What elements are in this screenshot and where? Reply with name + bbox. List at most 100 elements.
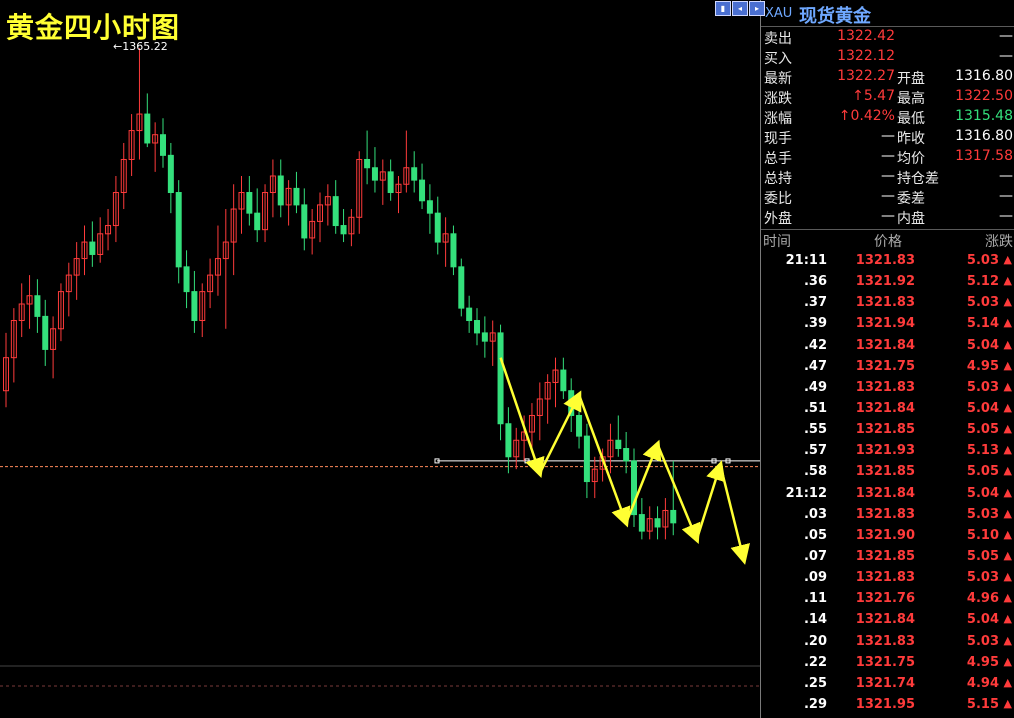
tick-price: 1321.83 <box>855 570 915 586</box>
quote-row: 涨幅 ↑0.42% 最低 1315.48 <box>761 108 1014 128</box>
tick-time: .57 <box>803 443 827 459</box>
quote-table: 卖出 1322.42 — 买入 1322.12 — 最新 1322.27 开盘 1316.80 涨跌… <box>761 28 1014 228</box>
tick-price: 1321.85 <box>855 548 915 564</box>
tick-time: .20 <box>803 633 827 649</box>
up-arrow-icon: ▲ <box>1003 464 1012 478</box>
candle-body <box>481 332 488 342</box>
tick-change: 4.96 <box>966 591 999 607</box>
tick-price: 1321.83 <box>855 506 915 522</box>
tick-price: 1321.94 <box>855 316 915 332</box>
up-arrow-icon: ▲ <box>1003 548 1012 562</box>
tick-change: 5.03 <box>966 506 999 522</box>
up-arrow-icon: ▲ <box>1003 591 1012 605</box>
candle-body <box>450 233 457 268</box>
tick-row: .55 1321.85 5.05 ▲ <box>761 422 1014 443</box>
up-arrow-icon: ▲ <box>1003 358 1012 372</box>
panel-next-button[interactable]: ▸ <box>749 1 765 16</box>
candle-body <box>583 435 590 483</box>
symbol-code: XAU <box>765 6 793 21</box>
tick-price: 1321.83 <box>855 633 915 649</box>
candle-body <box>371 167 378 181</box>
quote-label: 买入 <box>764 51 792 67</box>
up-arrow-icon: ▲ <box>1003 527 1012 541</box>
tick-time: 21:12 <box>785 485 827 501</box>
tick-row: .14 1321.84 5.04 ▲ <box>761 612 1014 633</box>
tick-time: .03 <box>803 506 827 522</box>
tick-row: .39 1321.94 5.14 ▲ <box>761 316 1014 337</box>
tick-change: 5.03 <box>966 570 999 586</box>
tick-change: 4.95 <box>966 654 999 670</box>
tick-header-time: 时间 <box>763 234 791 250</box>
tick-time: .42 <box>803 337 827 353</box>
tick-time: .29 <box>803 696 827 712</box>
quote-label: 外盘 <box>764 211 792 227</box>
quote-value: — <box>881 188 895 204</box>
up-arrow-icon: ▲ <box>1003 696 1012 710</box>
quote-value: — <box>881 168 895 184</box>
tick-time: .22 <box>803 654 827 670</box>
candle-body <box>654 518 661 528</box>
up-arrow-icon: ▲ <box>1003 612 1012 626</box>
candle-body <box>505 423 512 458</box>
tick-price: 1321.76 <box>855 591 915 607</box>
up-arrow-icon: ▲ <box>1003 675 1012 689</box>
tick-row: .42 1321.84 5.04 ▲ <box>761 338 1014 359</box>
up-arrow-icon: ▲ <box>1003 485 1012 499</box>
quote-label: 总持 <box>764 171 792 187</box>
quote-row: 现手 — 昨收 1316.80 <box>761 128 1014 148</box>
max-price-value: 1365.22 <box>122 40 168 53</box>
panel-toggle-button[interactable]: ▮ <box>715 1 731 16</box>
tick-row: 21:12 1321.84 5.04 ▲ <box>761 486 1014 507</box>
tick-row: .58 1321.85 5.05 ▲ <box>761 464 1014 485</box>
up-arrow-icon: ▲ <box>1003 400 1012 414</box>
candle-body <box>466 307 473 322</box>
tick-price: 1321.90 <box>855 527 915 543</box>
tick-change: 5.15 <box>966 696 999 712</box>
tick-time: .39 <box>803 316 827 332</box>
trend-arrow <box>656 443 701 544</box>
tick-change: 5.04 <box>966 485 999 501</box>
tick-change: 4.94 <box>966 675 999 691</box>
quote-value: 1322.27 <box>837 68 895 84</box>
quote-value: ↑5.47 <box>852 88 895 104</box>
tick-row: .22 1321.75 4.95 ▲ <box>761 655 1014 676</box>
max-price-label: ←1365.22 <box>113 40 168 53</box>
quote-value: 1322.50 <box>955 88 1013 104</box>
panel-prev-button[interactable]: ◂ <box>732 1 748 16</box>
candle-body <box>183 266 190 293</box>
tick-change: 5.03 <box>966 379 999 395</box>
trend-arrow <box>538 390 582 474</box>
quote-value: — <box>999 48 1013 64</box>
quote-header: ▮ ◂ ▸ XAU 现货黄金 <box>715 0 1014 27</box>
candle-body <box>42 315 49 350</box>
candle-body <box>34 295 41 317</box>
candle-body <box>364 158 371 169</box>
tick-change: 5.14 <box>966 316 999 332</box>
tick-time: 21:11 <box>785 253 827 268</box>
tick-time: .14 <box>803 612 827 628</box>
candle-body <box>277 175 284 206</box>
tick-time: .58 <box>803 464 827 480</box>
tick-price: 1321.75 <box>855 654 915 670</box>
quote-value: 1322.12 <box>837 48 895 64</box>
up-arrow-icon: ▲ <box>1003 633 1012 647</box>
tick-change: 5.13 <box>966 443 999 459</box>
candle-body <box>411 167 418 181</box>
tick-time: .11 <box>803 591 827 607</box>
candle-body <box>387 171 394 194</box>
tick-table-header: 时间 价格 涨跌 <box>761 231 1014 251</box>
candle-body <box>340 225 347 235</box>
up-arrow-icon: ▲ <box>1003 295 1012 309</box>
quote-value: 1322.42 <box>837 28 895 44</box>
tick-header-price: 价格 <box>874 234 902 250</box>
candle-body <box>638 514 645 532</box>
quote-value: — <box>999 208 1013 224</box>
candle-body <box>419 179 426 202</box>
quote-row: 买入 1322.12 — <box>761 48 1014 68</box>
tick-price: 1321.84 <box>855 337 915 353</box>
candle-body <box>332 196 339 227</box>
candle-body <box>175 192 182 268</box>
quote-label: 均价 <box>897 151 925 167</box>
tick-table: 21:11 1321.83 5.03 ▲ .36 1321.92 5.12 ▲ .37 1321.… <box>761 253 1014 718</box>
quote-row: 最新 1322.27 开盘 1316.80 <box>761 68 1014 88</box>
